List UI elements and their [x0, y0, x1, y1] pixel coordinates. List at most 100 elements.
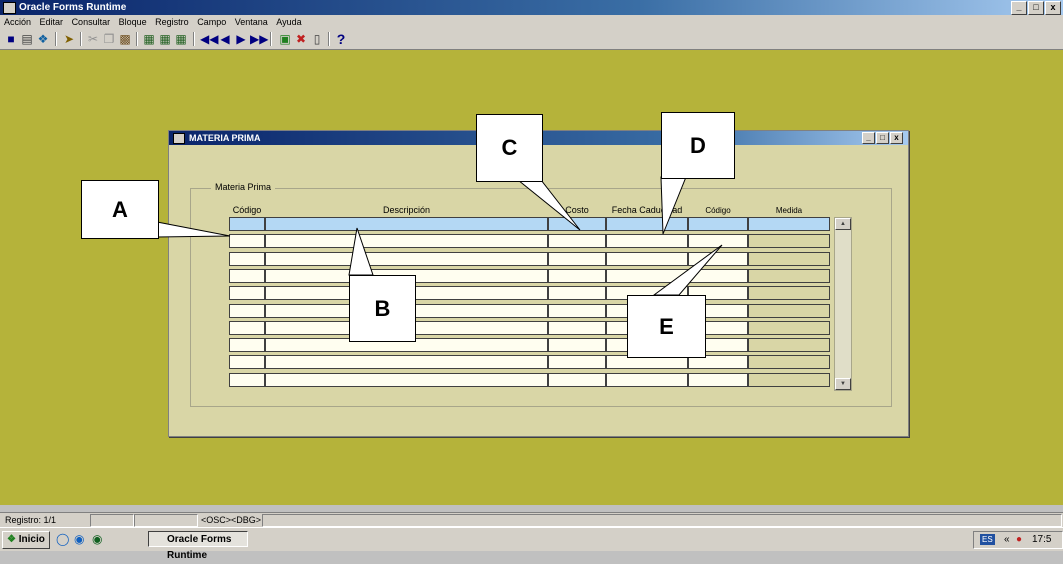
save-icon[interactable]: ■	[4, 32, 18, 46]
cancel-query-icon[interactable]: ▦	[174, 32, 188, 46]
cell-descripcion[interactable]	[265, 373, 548, 387]
menu-ayuda[interactable]: Ayuda	[276, 17, 301, 27]
print-icon[interactable]: ▤	[20, 32, 34, 46]
query-icon[interactable]: ❖	[36, 32, 50, 46]
cell-codigo-medida[interactable]	[688, 252, 748, 266]
dbg-indicator: <DBG>	[231, 515, 262, 525]
cell-codigo[interactable]	[229, 304, 265, 318]
scroll-down-icon[interactable]: ▼	[835, 378, 851, 390]
header-fecha-caducidad: Fecha Caducidad	[611, 205, 683, 215]
cell-codigo-medida[interactable]	[688, 234, 748, 248]
cell-medida	[748, 355, 830, 369]
cell-codigo[interactable]	[229, 217, 265, 231]
cell-codigo[interactable]	[229, 338, 265, 352]
execute-query-icon[interactable]: ▦	[158, 32, 172, 46]
cell-costo[interactable]	[548, 217, 606, 231]
form-window-icon	[173, 133, 185, 144]
cell-codigo-medida[interactable]	[688, 269, 748, 283]
cell-fecha-caducidad[interactable]	[606, 269, 688, 283]
form-minimize-button[interactable]: _	[862, 132, 875, 144]
menu-registro[interactable]: Registro	[155, 17, 189, 27]
cell-costo[interactable]	[548, 269, 606, 283]
header-medida: Medida	[775, 206, 803, 215]
cell-medida	[748, 217, 830, 231]
osc-indicator: <OSC>	[201, 515, 232, 525]
cell-fecha-caducidad[interactable]	[606, 234, 688, 248]
cell-codigo[interactable]	[229, 269, 265, 283]
cell-descripcion[interactable]	[265, 234, 548, 248]
cell-costo[interactable]	[548, 321, 606, 335]
minimize-button[interactable]: _	[1011, 1, 1027, 15]
menu-ventana[interactable]: Ventana	[235, 17, 268, 27]
cell-costo[interactable]	[548, 338, 606, 352]
system-tray: ES « ● 17:5	[973, 531, 1063, 549]
cut-icon[interactable]: ✂	[86, 32, 100, 46]
media-icon[interactable]: ◉	[74, 532, 84, 546]
cell-costo[interactable]	[548, 252, 606, 266]
next-block-icon[interactable]: ▶▶	[250, 32, 268, 46]
maximize-button[interactable]: □	[1028, 1, 1044, 15]
cell-medida	[748, 304, 830, 318]
cell-codigo[interactable]	[229, 355, 265, 369]
menu-editar[interactable]: Editar	[40, 17, 64, 27]
taskbar-oracle-forms[interactable]: Oracle Forms Runtime	[148, 531, 248, 561]
previous-block-icon[interactable]: ◀◀	[200, 32, 218, 46]
scroll-up-icon[interactable]: ▲	[835, 218, 851, 230]
lock-record-icon[interactable]: ▯	[310, 32, 324, 46]
header-codigo: Código	[232, 205, 262, 215]
menu-bar: Acción Editar Consultar Bloque Registro …	[0, 15, 1063, 29]
cell-medida	[748, 269, 830, 283]
cell-codigo[interactable]	[229, 286, 265, 300]
menu-accion[interactable]: Acción	[4, 17, 31, 27]
cell-costo[interactable]	[548, 234, 606, 248]
paste-icon[interactable]: ▩	[118, 32, 132, 46]
form-maximize-button[interactable]: □	[876, 132, 889, 144]
delete-record-icon[interactable]: ✖	[294, 32, 308, 46]
cell-codigo[interactable]	[229, 373, 265, 387]
language-indicator[interactable]: ES	[980, 534, 995, 545]
menu-campo[interactable]: Campo	[197, 17, 226, 27]
close-button[interactable]: x	[1045, 1, 1061, 15]
header-costo: Costo	[565, 205, 589, 215]
previous-record-icon[interactable]: ◀	[218, 32, 232, 46]
cell-descripcion[interactable]	[265, 217, 548, 231]
cell-costo[interactable]	[548, 373, 606, 387]
vertical-scrollbar[interactable]: ▲ ▼	[834, 217, 852, 391]
start-label: Inicio	[18, 534, 45, 545]
cell-fecha-caducidad[interactable]	[606, 252, 688, 266]
cell-costo[interactable]	[548, 355, 606, 369]
help-icon[interactable]: ?	[334, 32, 348, 46]
cell-codigo-medida[interactable]	[688, 217, 748, 231]
cell-costo[interactable]	[548, 286, 606, 300]
callout-d: D	[661, 112, 735, 179]
toolbar: ■ ▤ ❖ ➤ ✂ ❐ ▩ ▦ ▦ ▦ ◀◀ ◀ ▶ ▶▶ ▣ ✖ ▯ ?	[0, 29, 1063, 50]
cell-descripcion[interactable]	[265, 252, 548, 266]
cell-medida	[748, 373, 830, 387]
record-counter: Registro: 1/1	[5, 515, 57, 525]
callout-b: B	[349, 275, 416, 342]
cell-descripcion[interactable]	[265, 355, 548, 369]
cell-fecha-caducidad[interactable]	[606, 217, 688, 231]
copy-icon[interactable]: ❐	[102, 32, 116, 46]
cell-medida	[748, 286, 830, 300]
insert-record-icon[interactable]: ▣	[278, 32, 292, 46]
cell-codigo[interactable]	[229, 234, 265, 248]
menu-bloque[interactable]: Bloque	[119, 17, 147, 27]
antivirus-icon[interactable]: ●	[1016, 532, 1022, 548]
app-titlebar: Oracle Forms Runtime _ □ x	[0, 0, 1063, 15]
cell-codigo-medida[interactable]	[688, 373, 748, 387]
exit-icon[interactable]: ➤	[62, 32, 76, 46]
callout-e: E	[627, 295, 706, 358]
cell-codigo[interactable]	[229, 252, 265, 266]
cell-codigo[interactable]	[229, 321, 265, 335]
browser-icon[interactable]: ◯	[56, 532, 69, 546]
enter-query-icon[interactable]: ▦	[142, 32, 156, 46]
chrome-icon[interactable]: ◉	[92, 532, 102, 546]
cell-fecha-caducidad[interactable]	[606, 373, 688, 387]
form-close-button[interactable]: x	[890, 132, 903, 144]
menu-consultar[interactable]: Consultar	[72, 17, 111, 27]
next-record-icon[interactable]: ▶	[234, 32, 248, 46]
start-button[interactable]: ❖ Inicio	[2, 531, 50, 549]
cell-costo[interactable]	[548, 304, 606, 318]
tray-expand-icon[interactable]: «	[1004, 532, 1010, 548]
